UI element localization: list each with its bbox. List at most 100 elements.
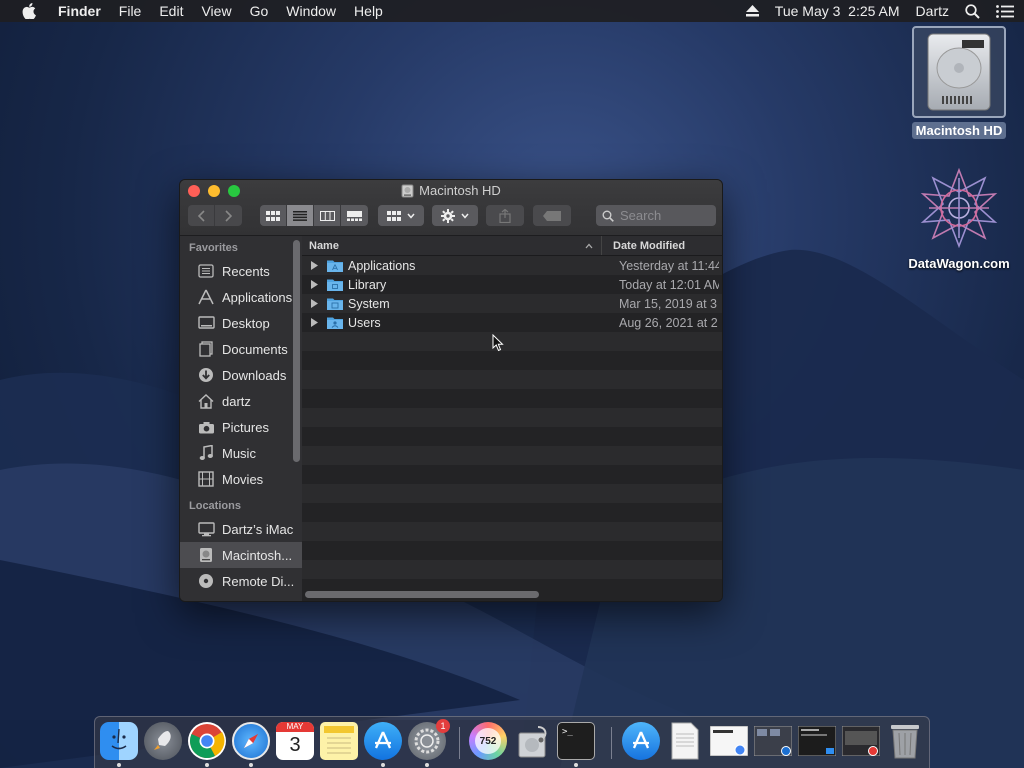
disclosure-triangle-icon[interactable] xyxy=(311,318,321,327)
sidebar-item-documents[interactable]: Documents xyxy=(180,336,302,362)
column-date-header[interactable]: Date Modified xyxy=(602,236,722,255)
dock-downloads-stack-icon[interactable] xyxy=(622,722,660,760)
forward-button[interactable] xyxy=(215,205,242,226)
sidebar-item-home[interactable]: dartz xyxy=(180,388,302,414)
notification-center-icon[interactable] xyxy=(996,4,1014,18)
back-button[interactable] xyxy=(188,205,215,226)
dock-launchpad-icon[interactable] xyxy=(144,722,182,760)
horizontal-scrollbar[interactable] xyxy=(305,591,539,598)
dock-app-store-icon[interactable] xyxy=(364,722,402,760)
sidebar-item-label: Dartz’s iMac xyxy=(222,521,294,537)
sidebar-item-label: Remote Di... xyxy=(222,573,295,589)
column-name-header[interactable]: Name xyxy=(302,236,602,255)
recents-icon xyxy=(197,262,215,280)
sidebar-item-macintosh-hd[interactable]: Macintosh... xyxy=(180,542,302,568)
search-input[interactable] xyxy=(620,208,710,223)
menu-go[interactable]: Go xyxy=(250,3,269,19)
desktop-hd-label: Macintosh HD xyxy=(911,122,1007,139)
camera-icon xyxy=(197,418,215,436)
trash-icon[interactable] xyxy=(886,722,924,760)
menu-help[interactable]: Help xyxy=(354,3,383,19)
sidebar-scrollbar[interactable] xyxy=(293,240,300,462)
empty-row xyxy=(302,503,722,522)
apple-menu-icon[interactable] xyxy=(22,3,38,19)
disclosure-triangle-icon[interactable] xyxy=(311,280,321,289)
eject-icon[interactable] xyxy=(745,5,759,17)
sidebar-item-downloads[interactable]: Downloads xyxy=(180,362,302,388)
dock-terminal-icon[interactable]: >_ xyxy=(557,722,595,760)
sidebar-item-label: Movies xyxy=(222,471,264,487)
dock-finder-window-thumbnail-icon[interactable] xyxy=(754,722,792,760)
dock: MAY 3 1 752 >_ xyxy=(94,716,930,768)
sidebar-item-label: Documents xyxy=(222,341,288,357)
file-name: System xyxy=(348,296,390,311)
desktop-datawagon[interactable]: DataWagon.com xyxy=(900,168,1018,271)
sidebar-item-desktop[interactable]: Desktop xyxy=(180,310,302,336)
empty-row xyxy=(302,484,722,503)
dock-disk-utility-badge-icon[interactable]: 752 xyxy=(469,722,507,760)
menu-window[interactable]: Window xyxy=(286,3,336,19)
dock-safari-icon[interactable] xyxy=(232,722,270,760)
dock-terminal-thumbnail-icon[interactable] xyxy=(798,722,836,760)
column-view-button[interactable] xyxy=(314,205,341,226)
menu-user[interactable]: Dartz xyxy=(916,3,949,19)
dock-disk-utility-icon[interactable] xyxy=(513,722,551,760)
sidebar-item-music[interactable]: Music xyxy=(180,440,302,466)
tag-icon xyxy=(543,210,561,221)
menu-app-name[interactable]: Finder xyxy=(58,3,101,19)
icon-view-button[interactable] xyxy=(260,205,287,226)
table-row[interactable]: Applications Yesterday at 11:44 xyxy=(302,256,722,275)
empty-row xyxy=(302,408,722,427)
sidebar-item-imac[interactable]: Dartz’s iMac xyxy=(180,516,302,542)
dock-notes-icon[interactable] xyxy=(320,722,358,760)
list-view-button[interactable] xyxy=(287,205,314,226)
dock-document-icon[interactable] xyxy=(666,722,704,760)
sidebar-item-label: Pictures xyxy=(222,419,269,435)
empty-row xyxy=(302,389,722,408)
sidebar-item-label: dartz xyxy=(222,393,251,409)
menu-bar: Finder File Edit View Go Window Help Tue… xyxy=(0,0,1024,22)
sidebar-locations-header: Locations xyxy=(189,500,241,512)
hard-drive-small-icon xyxy=(401,184,414,197)
dock-calendar-icon[interactable]: MAY 3 xyxy=(276,722,314,760)
spotlight-search-icon[interactable] xyxy=(965,3,980,19)
action-button[interactable] xyxy=(432,205,478,226)
disclosure-triangle-icon[interactable] xyxy=(311,261,321,270)
menu-edit[interactable]: Edit xyxy=(159,3,183,19)
search-icon xyxy=(602,210,614,222)
group-by-button[interactable] xyxy=(378,205,424,226)
tags-button[interactable] xyxy=(533,205,571,226)
menu-file[interactable]: File xyxy=(119,3,142,19)
menu-clock[interactable]: Tue May 3 2:25 AM xyxy=(775,3,900,19)
desktop-datawagon-label: DataWagon.com xyxy=(908,256,1010,271)
empty-row xyxy=(302,541,722,560)
sidebar-item-movies[interactable]: Movies xyxy=(180,466,302,492)
sidebar-item-label: Applications xyxy=(222,289,293,305)
dock-finder-icon[interactable] xyxy=(100,722,138,760)
empty-row xyxy=(302,522,722,541)
share-button[interactable] xyxy=(486,205,524,226)
desktop-macintosh-hd[interactable]: Macintosh HD xyxy=(910,26,1008,139)
folder-system-icon xyxy=(327,297,343,310)
sidebar-item-applications[interactable]: Applications xyxy=(180,284,302,310)
sidebar-item-remote-disc[interactable]: Remote Di... xyxy=(180,568,302,594)
gallery-view-button[interactable] xyxy=(341,205,368,226)
menu-view[interactable]: View xyxy=(201,3,231,19)
mouse-pointer-icon xyxy=(492,334,504,352)
dock-running-indicator xyxy=(381,763,385,767)
dock-window-thumbnail-icon[interactable] xyxy=(710,722,748,760)
disclosure-triangle-icon[interactable] xyxy=(311,299,321,308)
dock-chrome-icon[interactable] xyxy=(188,722,226,760)
empty-row xyxy=(302,560,722,579)
sidebar-item-recents[interactable]: Recents xyxy=(180,258,302,284)
table-row[interactable]: System Mar 15, 2019 at 3 xyxy=(302,294,722,313)
dock-system-preferences-icon[interactable]: 1 xyxy=(408,719,450,760)
dock-app-thumbnail-icon[interactable] xyxy=(842,722,880,760)
finder-window: Macintosh HD Search Favorites Recents Ap… xyxy=(179,179,723,602)
table-row[interactable]: Users Aug 26, 2021 at 2 xyxy=(302,313,722,332)
table-row[interactable]: Library Today at 12:01 AM xyxy=(302,275,722,294)
search-field[interactable] xyxy=(596,205,716,226)
window-titlebar[interactable]: Macintosh HD xyxy=(180,180,722,236)
hard-drive-icon xyxy=(912,26,1006,118)
sidebar-item-pictures[interactable]: Pictures xyxy=(180,414,302,440)
